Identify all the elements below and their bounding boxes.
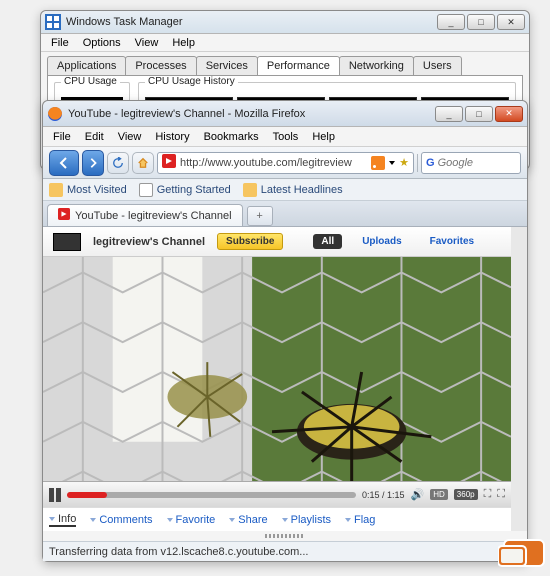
bookmarks-toolbar: Most Visited Getting Started Latest Head… xyxy=(43,179,527,201)
site-icon xyxy=(162,154,176,171)
page-content: legitreview's Channel Subscribe All Uplo… xyxy=(43,227,527,531)
ff-menu-bookmarks[interactable]: Bookmarks xyxy=(198,129,265,145)
channel-title: legitreview's Channel xyxy=(93,236,205,248)
pause-button[interactable] xyxy=(49,488,61,502)
ff-menu-view[interactable]: View xyxy=(112,129,148,145)
url-dropdown-icon[interactable] xyxy=(389,161,395,165)
video-time: 0:15 / 1:15 xyxy=(362,490,405,500)
action-share[interactable]: Share xyxy=(229,514,267,526)
tm-menu-file[interactable]: File xyxy=(45,35,75,51)
action-favorite[interactable]: Favorite xyxy=(167,514,216,526)
youtube-header: legitreview's Channel Subscribe All Uplo… xyxy=(43,227,511,257)
expand-icon[interactable]: ⛶ xyxy=(484,488,492,501)
tm-icon xyxy=(45,14,61,30)
firefox-window: YouTube - legitreview's Channel - Mozill… xyxy=(42,100,528,562)
tm-maximize-button[interactable]: □ xyxy=(467,14,495,30)
video-player[interactable]: 0:15 / 1:15 🔊 HD 360p ⛶ ⛶ xyxy=(43,257,511,507)
tm-title: Windows Task Manager xyxy=(66,16,437,28)
ff-menu-history[interactable]: History xyxy=(149,129,195,145)
ff-menu-help[interactable]: Help xyxy=(306,129,341,145)
ff-title: YouTube - legitreview's Channel - Mozill… xyxy=(68,108,435,120)
ff-menu-file[interactable]: File xyxy=(47,129,77,145)
url-input[interactable] xyxy=(180,157,367,169)
fullscreen-icon[interactable]: ⛶ xyxy=(497,488,505,501)
rss-icon[interactable] xyxy=(371,156,385,170)
ff-maximize-button[interactable]: □ xyxy=(465,106,493,122)
status-text: Transferring data from v12.lscache8.c.yo… xyxy=(49,546,308,558)
bookmark-star-icon[interactable]: ★ xyxy=(399,156,409,169)
channel-logo[interactable] xyxy=(53,233,81,251)
tm-minimize-button[interactable]: _ xyxy=(437,14,465,30)
ff-statusbar: Transferring data from v12.lscache8.c.yo… xyxy=(43,541,527,561)
video-actions: Info Comments Favorite Share Playlists F… xyxy=(43,507,511,531)
ff-minimize-button[interactable]: _ xyxy=(435,106,463,122)
tm-titlebar[interactable]: Windows Task Manager _ □ ✕ xyxy=(41,11,529,34)
search-bar[interactable]: G xyxy=(421,152,521,174)
new-tab-button[interactable]: + xyxy=(247,206,273,226)
url-bar[interactable]: ★ xyxy=(157,152,414,174)
tab-label: YouTube - legitreview's Channel xyxy=(75,210,232,222)
action-info[interactable]: Info xyxy=(49,513,76,527)
bookmark-most-visited[interactable]: Most Visited xyxy=(49,183,127,197)
ff-close-button[interactable]: ✕ xyxy=(495,106,523,122)
browser-tab[interactable]: YouTube - legitreview's Channel xyxy=(47,204,243,226)
tab-users[interactable]: Users xyxy=(413,56,462,75)
tm-close-button[interactable]: ✕ xyxy=(497,14,525,30)
ff-menu-edit[interactable]: Edit xyxy=(79,129,110,145)
tab-processes[interactable]: Processes xyxy=(125,56,196,75)
reload-button[interactable] xyxy=(107,152,129,174)
filter-all[interactable]: All xyxy=(313,234,342,249)
bookmark-latest-headlines[interactable]: Latest Headlines xyxy=(243,183,343,197)
action-comments[interactable]: Comments xyxy=(90,514,152,526)
back-button[interactable] xyxy=(49,150,79,176)
forward-button[interactable] xyxy=(82,150,104,176)
tm-menu-help[interactable]: Help xyxy=(166,35,201,51)
tm-tabstrip: Applications Processes Services Performa… xyxy=(41,52,529,75)
filter-favorites[interactable]: Favorites xyxy=(422,234,482,249)
tm-menubar: File Options View Help xyxy=(41,34,529,52)
subscribe-button[interactable]: Subscribe xyxy=(217,233,283,250)
cpu-usage-label: CPU Usage xyxy=(61,76,120,87)
tab-favicon xyxy=(58,208,70,223)
hd-button[interactable]: HD xyxy=(430,489,448,500)
video-controls: 0:15 / 1:15 🔊 HD 360p ⛶ ⛶ xyxy=(43,481,511,507)
tab-services[interactable]: Services xyxy=(196,56,258,75)
filter-uploads[interactable]: Uploads xyxy=(354,234,409,249)
search-input[interactable] xyxy=(438,157,516,169)
firefox-icon xyxy=(47,106,63,122)
ff-tabstrip: YouTube - legitreview's Channel + xyxy=(43,201,527,227)
tm-menu-view[interactable]: View xyxy=(129,35,165,51)
action-playlists[interactable]: Playlists xyxy=(282,514,331,526)
bookmark-getting-started[interactable]: Getting Started xyxy=(139,183,231,197)
action-flag[interactable]: Flag xyxy=(345,514,375,526)
quality-button[interactable]: 360p xyxy=(454,489,478,500)
ff-toolbar: ★ G xyxy=(43,147,527,179)
corner-badge xyxy=(498,536,548,570)
ff-menubar: File Edit View History Bookmarks Tools H… xyxy=(43,127,527,147)
cpu-history-label: CPU Usage History xyxy=(145,76,238,87)
splitter[interactable] xyxy=(43,531,527,541)
progress-bar[interactable] xyxy=(67,492,356,498)
tab-performance[interactable]: Performance xyxy=(257,56,340,75)
google-icon: G xyxy=(426,157,435,169)
volume-icon[interactable]: 🔊 xyxy=(411,488,425,501)
tab-networking[interactable]: Networking xyxy=(339,56,414,75)
tab-applications[interactable]: Applications xyxy=(47,56,126,75)
tm-menu-options[interactable]: Options xyxy=(77,35,127,51)
ff-titlebar[interactable]: YouTube - legitreview's Channel - Mozill… xyxy=(43,101,527,127)
ff-menu-tools[interactable]: Tools xyxy=(267,129,305,145)
home-button[interactable] xyxy=(132,152,154,174)
